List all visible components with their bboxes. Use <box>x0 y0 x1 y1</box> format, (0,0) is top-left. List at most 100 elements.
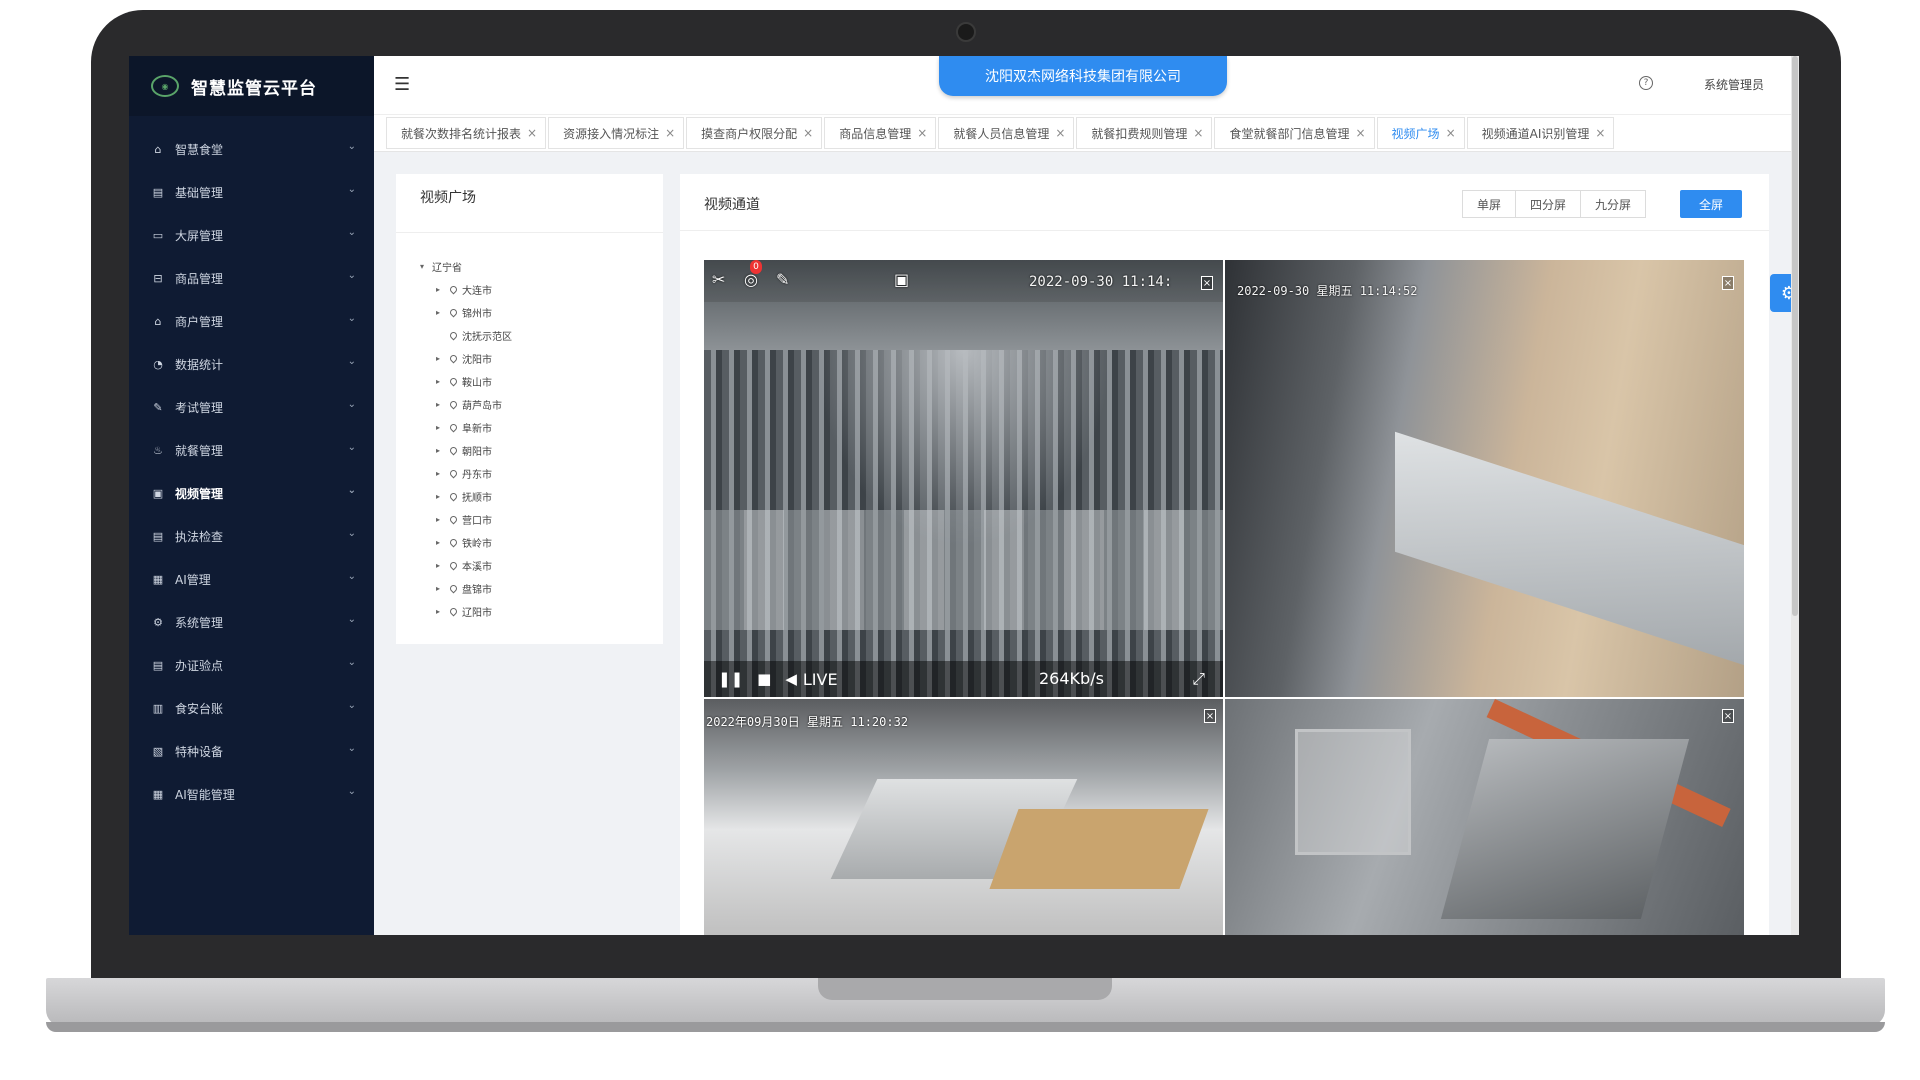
video-feed-1[interactable]: ✂ ◎ 0 ✎ ▣ 2022-09-30 11:14: × ❚❚ ■ ◀ LIV… <box>704 260 1223 697</box>
close-icon[interactable]: × <box>1722 709 1734 723</box>
ai-icon[interactable]: ▣ <box>894 270 909 289</box>
caret-right-icon[interactable]: ▸ <box>436 377 450 386</box>
tree-node-root[interactable]: ▾ 辽宁省 <box>420 255 663 278</box>
menu-toggle-icon[interactable]: ☰ <box>394 74 410 95</box>
scrollbar-thumb[interactable] <box>1792 56 1798 616</box>
caret-right-icon[interactable]: ▸ <box>436 538 450 547</box>
tree-node-label: 本溪市 <box>462 562 492 573</box>
caret-right-icon[interactable]: ▸ <box>436 285 450 294</box>
sidebar-item-ai[interactable]: ▦ AI管理 ⌄ <box>129 558 374 601</box>
caret-right-icon[interactable]: ▸ <box>436 515 450 524</box>
tab-diner-info[interactable]: 就餐人员信息管理 × <box>938 117 1075 149</box>
sidebar-item-label: 食安台账 <box>175 702 224 716</box>
tab-department-info[interactable]: 食堂就餐部门信息管理 × <box>1214 117 1375 149</box>
close-icon[interactable]: × <box>803 126 813 140</box>
video-feed-2[interactable]: 2022-09-30 星期五 11:14:52 × <box>1225 260 1744 697</box>
caret-right-icon[interactable]: ▸ <box>436 354 450 363</box>
quad-screen-button[interactable]: 四分屏 <box>1515 190 1582 218</box>
tab-video-square[interactable]: 视频广场 × <box>1376 117 1465 149</box>
tree-node[interactable]: ▸ 阜新市 <box>420 416 663 439</box>
sidebar-item-exam[interactable]: ✎ 考试管理 ⌄ <box>129 386 374 429</box>
tree-node[interactable]: 沈抚示范区 <box>420 324 663 347</box>
stop-icon[interactable]: ■ <box>757 670 771 688</box>
caret-right-icon[interactable]: ▸ <box>436 584 450 593</box>
sidebar-item-bigscreen[interactable]: ▭ 大屏管理 ⌄ <box>129 214 374 257</box>
tree-node[interactable]: ▸ 营口市 <box>420 508 663 531</box>
sidebar-item-statistics[interactable]: ◔ 数据统计 ⌄ <box>129 343 374 386</box>
app-title: 智慧监管云平台 <box>191 78 317 99</box>
close-icon[interactable]: × <box>1193 126 1203 140</box>
scissors-icon[interactable]: ✂ <box>712 270 725 289</box>
caret-down-icon[interactable]: ▾ <box>420 262 424 271</box>
tab-merchant-permissions[interactable]: 摸查商户权限分配 × <box>686 117 823 149</box>
close-icon[interactable]: × <box>665 126 675 140</box>
close-icon[interactable]: × <box>1595 126 1605 140</box>
tree-node[interactable]: ▸ 鞍山市 <box>420 370 663 393</box>
tab-fee-rules[interactable]: 就餐扣费规则管理 × <box>1076 117 1213 149</box>
nine-screen-button[interactable]: 九分屏 <box>1580 190 1647 218</box>
tree-node[interactable]: ▸ 辽阳市 <box>420 600 663 623</box>
tree-node[interactable]: ▸ 朝阳市 <box>420 439 663 462</box>
caret-right-icon[interactable]: ▸ <box>436 469 450 478</box>
close-icon[interactable]: × <box>1446 126 1456 140</box>
tree-node[interactable]: ▸ 大连市 <box>420 278 663 301</box>
tab-goods-info[interactable]: 商品信息管理 × <box>824 117 937 149</box>
video-feed-3[interactable]: 2022年09月30日 星期五 11:20:32 × <box>704 699 1223 935</box>
sidebar-item-merchant[interactable]: ⌂ 商户管理 ⌄ <box>129 300 374 343</box>
help-icon[interactable]: ? <box>1639 76 1653 90</box>
tree-node-label: 朝阳市 <box>462 447 492 458</box>
tab-resource-access[interactable]: 资源接入情况标注 × <box>548 117 685 149</box>
sidebar-item-goods[interactable]: ⊟ 商品管理 ⌄ <box>129 257 374 300</box>
close-icon[interactable]: × <box>1722 276 1734 290</box>
tree-node[interactable]: ▸ 抚顺市 <box>420 485 663 508</box>
caret-right-icon[interactable]: ▸ <box>436 400 450 409</box>
volume-icon[interactable]: ◀ <box>785 670 797 688</box>
tree-node[interactable]: ▸ 本溪市 <box>420 554 663 577</box>
sidebar-item-smart-canteen[interactable]: ⌂ 智慧食堂 ⌄ <box>129 128 374 171</box>
user-menu[interactable]: 系统管理员 <box>1704 76 1764 93</box>
close-icon[interactable]: × <box>1055 126 1065 140</box>
caret-right-icon[interactable]: ▸ <box>436 308 450 317</box>
sidebar-item-ledger[interactable]: ▥ 食安台账 ⌄ <box>129 687 374 730</box>
fullscreen-button[interactable]: 全屏 <box>1680 190 1742 218</box>
video-feed-4[interactable]: × <box>1225 699 1744 935</box>
tree-node[interactable]: ▸ 葫芦岛市 <box>420 393 663 416</box>
tree-node[interactable]: ▸ 锦州市 <box>420 301 663 324</box>
edit-icon[interactable]: ✎ <box>776 270 789 289</box>
single-screen-button[interactable]: 单屏 <box>1462 190 1517 218</box>
sidebar-item-ai-smart[interactable]: ▦ AI智能管理 ⌄ <box>129 773 374 816</box>
device-icon: ▧ <box>152 745 164 758</box>
sidebar-item-label: 办证验点 <box>175 659 224 673</box>
sidebar-item-equipment[interactable]: ▧ 特种设备 ⌄ <box>129 730 374 773</box>
sidebar-item-label: 特种设备 <box>175 745 224 759</box>
tree-node[interactable]: ▸ 沈阳市 <box>420 347 663 370</box>
close-icon[interactable]: × <box>527 126 537 140</box>
pause-icon[interactable]: ❚❚ <box>718 670 743 688</box>
sidebar-item-dining[interactable]: ♨ 就餐管理 ⌄ <box>129 429 374 472</box>
sidebar-item-video[interactable]: ▣ 视频管理 ⌄ <box>129 472 374 515</box>
tree-node[interactable]: ▸ 盘锦市 <box>420 577 663 600</box>
sidebar-item-system[interactable]: ⚙ 系统管理 ⌄ <box>129 601 374 644</box>
webcam <box>956 22 976 42</box>
caret-right-icon[interactable]: ▸ <box>436 561 450 570</box>
sidebar-item-inspection[interactable]: ▤ 执法检查 ⌄ <box>129 515 374 558</box>
tree-node[interactable]: ▸ 铁岭市 <box>420 531 663 554</box>
tab-video-ai[interactable]: 视频通道AI识别管理 × <box>1466 117 1615 149</box>
expand-icon[interactable]: ⤢ <box>1192 669 1205 689</box>
sidebar-item-license[interactable]: ▤ 办证验点 ⌄ <box>129 644 374 687</box>
close-icon[interactable]: × <box>1204 709 1216 723</box>
tab-dining-ranking[interactable]: 就餐次数排名统计报表 × <box>386 117 547 149</box>
tree-node-label: 阜新市 <box>462 424 492 435</box>
close-icon[interactable]: × <box>917 126 927 140</box>
tree-node[interactable]: ▸ 丹东市 <box>420 462 663 485</box>
top-header: ☰ 沈阳双杰网络科技集团有限公司 ? 系统管理员 <box>374 56 1799 114</box>
chevron-down-icon: ⌄ <box>347 571 356 582</box>
close-icon[interactable]: × <box>1201 276 1213 290</box>
close-icon[interactable]: × <box>1355 126 1365 140</box>
caret-right-icon[interactable]: ▸ <box>436 492 450 501</box>
caret-right-icon[interactable]: ▸ <box>436 423 450 432</box>
chevron-down-icon: ⌄ <box>347 356 356 367</box>
caret-right-icon[interactable]: ▸ <box>436 607 450 616</box>
sidebar-item-basic[interactable]: ▤ 基础管理 ⌄ <box>129 171 374 214</box>
caret-right-icon[interactable]: ▸ <box>436 446 450 455</box>
